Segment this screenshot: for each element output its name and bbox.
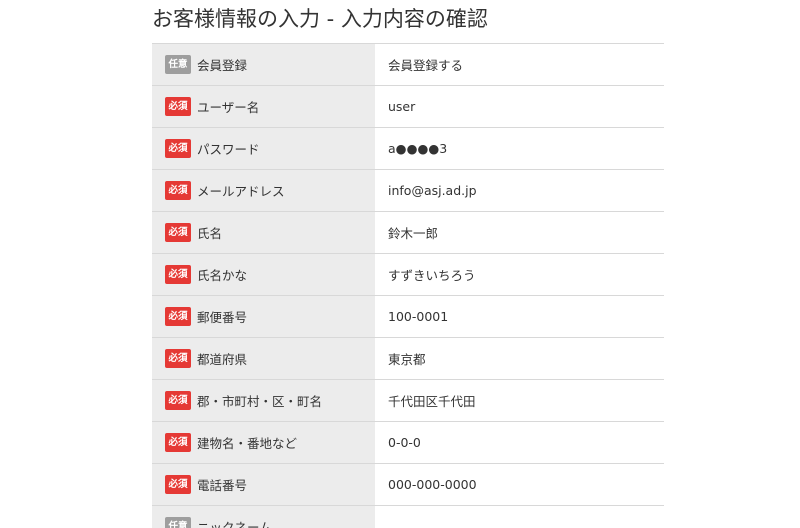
table-row: 必須 氏名 鈴木一郎 [152,212,664,254]
required-badge: 必須 [165,265,191,284]
field-label-cell: 必須 パスワード [152,128,375,169]
field-label: パスワード [197,142,260,157]
required-badge: 必須 [165,307,191,326]
required-badge: 必須 [165,349,191,368]
optional-badge: 任意 [165,55,191,74]
field-label: ユーザー名 [197,100,260,115]
field-label-cell: 任意 ニックネーム [152,506,375,528]
required-badge: 必須 [165,475,191,494]
field-label-cell: 任意 会員登録 [152,44,375,85]
field-value: 会員登録する [375,44,664,85]
field-label: 電話番号 [197,478,248,493]
table-row: 必須 建物名・番地など 0-0-0 [152,422,664,464]
field-value: 千代田区千代田 [375,380,664,421]
field-value [375,506,664,528]
page-title: お客様情報の入力 - 入力内容の確認 [152,7,488,31]
required-badge: 必須 [165,223,191,242]
table-row: 必須 氏名かな すずきいちろう [152,254,664,296]
field-label-cell: 必須 メールアドレス [152,170,375,211]
required-badge: 必須 [165,97,191,116]
table-row: 必須 電話番号 000-000-0000 [152,464,664,506]
confirmation-page: お客様情報の入力 - 入力内容の確認 任意 会員登録 会員登録する 必須 ユーザー名 us… [0,0,800,528]
field-label-cell: 必須 電話番号 [152,464,375,505]
table-row: 必須 郵便番号 100-0001 [152,296,664,338]
field-value: すずきいちろう [375,254,664,295]
optional-badge: 任意 [165,517,191,528]
field-label-cell: 必須 郵便番号 [152,296,375,337]
field-label-cell: 必須 建物名・番地など [152,422,375,463]
field-value: a●●●●3 [375,128,664,169]
required-badge: 必須 [165,139,191,158]
table-row: 任意 ニックネーム [152,506,664,528]
field-value: 100-0001 [375,296,664,337]
field-value: 東京都 [375,338,664,379]
table-row: 必須 郡・市町村・区・町名 千代田区千代田 [152,380,664,422]
field-value: 000-000-0000 [375,464,664,505]
field-label-cell: 必須 氏名 [152,212,375,253]
field-label: 郡・市町村・区・町名 [197,394,323,409]
field-label: 郵便番号 [197,310,248,325]
field-label: 建物名・番地など [197,436,298,451]
field-label: 会員登録 [197,58,248,73]
field-value: user [375,86,664,127]
required-badge: 必須 [165,433,191,452]
field-label: ニックネーム [197,520,272,528]
table-row: 必須 都道府県 東京都 [152,338,664,380]
field-label: 都道府県 [197,352,248,367]
table-row: 必須 メールアドレス info@asj.ad.jp [152,170,664,212]
field-label-cell: 必須 郡・市町村・区・町名 [152,380,375,421]
required-badge: 必須 [165,391,191,410]
field-label: メールアドレス [197,184,285,199]
field-value: 0-0-0 [375,422,664,463]
table-row: 必須 ユーザー名 user [152,86,664,128]
table-row: 必須 パスワード a●●●●3 [152,128,664,170]
required-badge: 必須 [165,181,191,200]
field-value: info@asj.ad.jp [375,170,664,211]
field-label-cell: 必須 氏名かな [152,254,375,295]
field-label: 氏名かな [197,268,248,283]
confirmation-table: 任意 会員登録 会員登録する 必須 ユーザー名 user 必須 パスワード a●●●●3 必須 メー… [152,43,664,528]
field-label: 氏名 [197,226,223,241]
table-row: 任意 会員登録 会員登録する [152,44,664,86]
field-label-cell: 必須 都道府県 [152,338,375,379]
field-label-cell: 必須 ユーザー名 [152,86,375,127]
field-value: 鈴木一郎 [375,212,664,253]
